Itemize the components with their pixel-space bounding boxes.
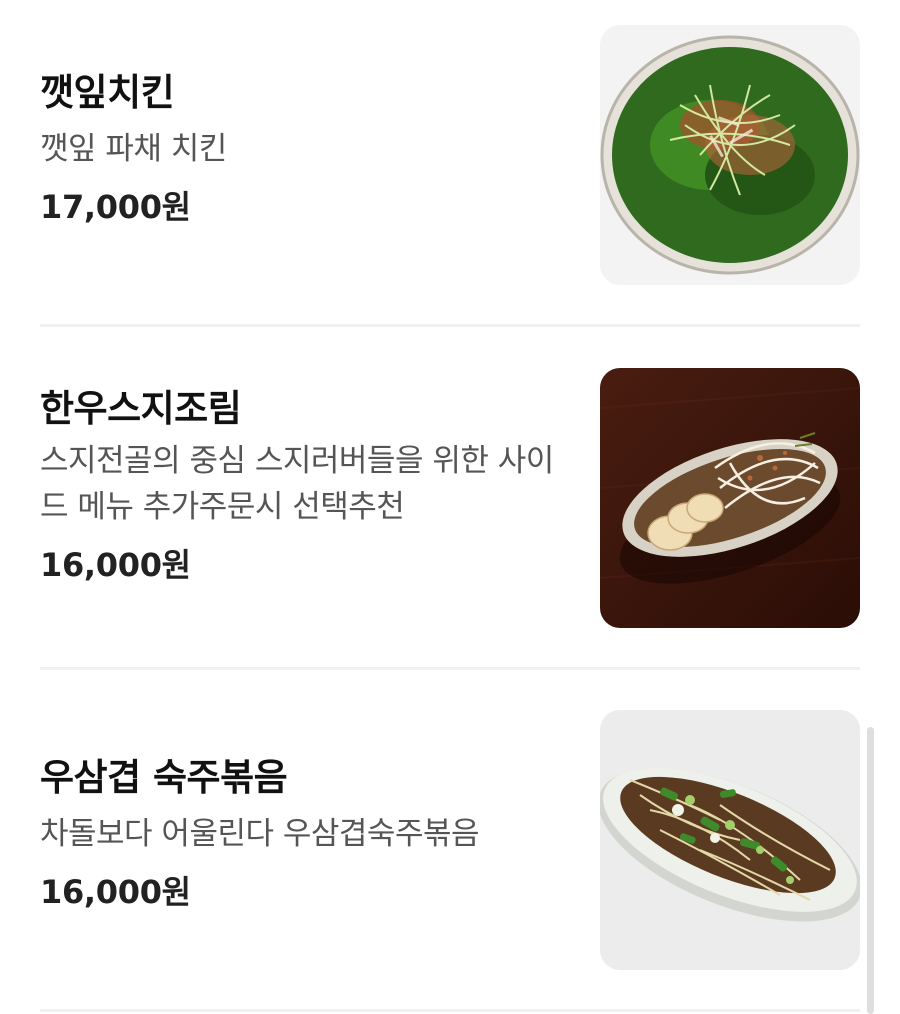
menu-item-text: 깻잎치킨 깻잎 파채 치킨 17,000원 xyxy=(40,70,570,230)
perilla-chicken-photo-icon xyxy=(600,25,860,285)
menu-item-image[interactable] xyxy=(600,368,860,628)
divider xyxy=(40,667,860,670)
menu-item-description: 깻잎 파채 치킨 xyxy=(40,131,227,167)
menu-item-name: 깻잎치킨 xyxy=(40,71,175,114)
menu-item-text: 우삼겹 숙주볶음 차돌보다 어울린다 우삼겹숙주볶음 16,000원 xyxy=(40,755,570,915)
beef-brisket-bean-sprout-photo-icon xyxy=(600,710,860,970)
menu-item-text: 한우스지조림 스지전골의 중심 스지러버들을 위한 사이드 메뉴 추가주문시 선… xyxy=(40,386,570,588)
menu-item-beef-brisket-bean-sprouts[interactable]: 우삼겹 숙주볶음 차돌보다 어울린다 우삼겹숙주볶음 16,000원 xyxy=(40,710,860,970)
menu-item-braised-beef-tendon[interactable]: 한우스지조림 스지전골의 중심 스지러버들을 위한 사이드 메뉴 추가주문시 선… xyxy=(40,368,860,628)
menu-item-image[interactable] xyxy=(600,710,860,970)
menu-item-description: 차돌보다 어울린다 우삼겹숙주볶음 xyxy=(40,816,480,852)
divider xyxy=(40,1009,860,1012)
menu-item-name: 우삼겹 숙주볶음 xyxy=(40,756,288,799)
menu-item-price: 17,000원 xyxy=(40,188,191,226)
divider xyxy=(40,324,860,327)
menu-item-name: 한우스지조림 xyxy=(40,387,242,430)
menu-item-price: 16,000원 xyxy=(40,546,191,584)
menu-list: 깻잎치킨 깻잎 파채 치킨 17,000원 한우스지조림 스지전골의 중심 스지… xyxy=(0,0,900,1014)
menu-item-perilla-chicken[interactable]: 깻잎치킨 깻잎 파채 치킨 17,000원 xyxy=(40,25,860,285)
scrollbar[interactable] xyxy=(867,727,874,1014)
menu-item-description: 스지전골의 중심 스지러버들을 위한 사이드 메뉴 추가주문시 선택추천 xyxy=(40,443,554,525)
menu-item-price: 16,000원 xyxy=(40,873,191,911)
braised-beef-tendon-photo-icon xyxy=(600,368,860,628)
menu-item-image[interactable] xyxy=(600,25,860,285)
